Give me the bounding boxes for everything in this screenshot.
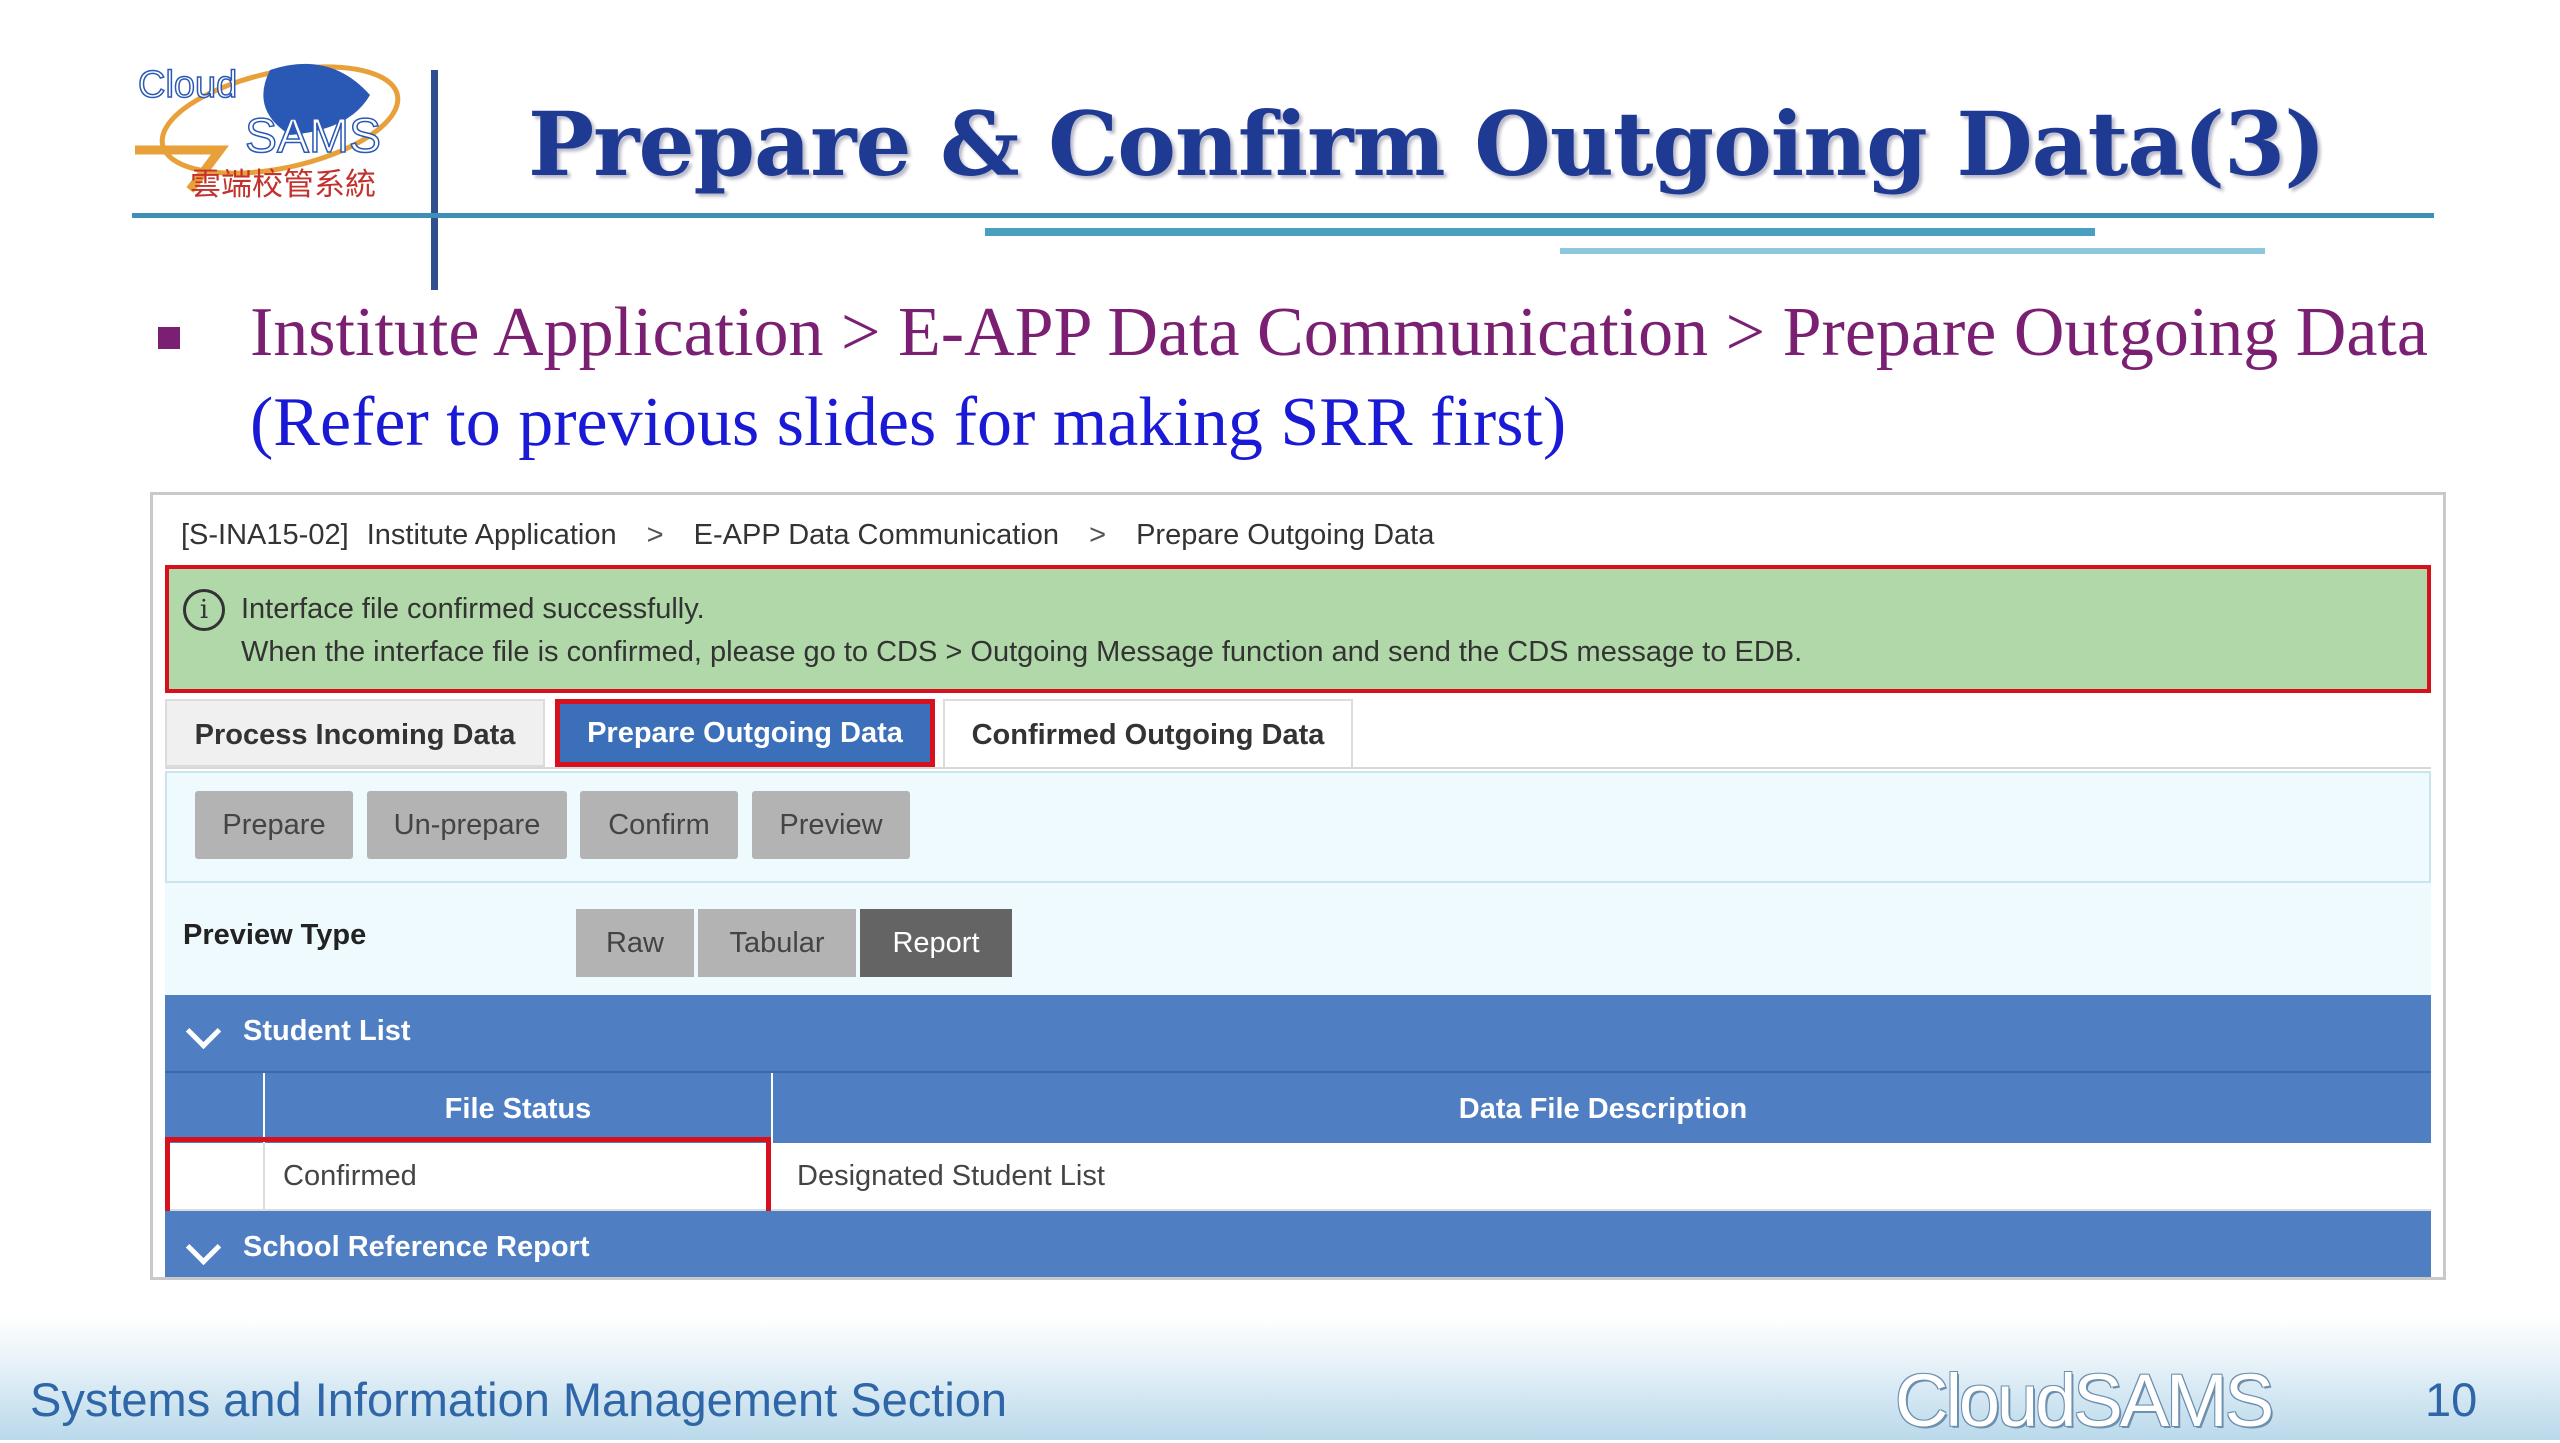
header-rule [132,213,2434,218]
breadcrumb-separator: > [1089,519,1107,551]
info-icon: i [183,589,225,631]
header-divider [431,70,438,290]
app-screenshot: [S-INA15-02] Institute Application > E-A… [150,492,2446,1280]
column-header-select [165,1073,265,1145]
section-title: School Reference Report [243,1231,590,1263]
column-header-description[interactable]: Data File Description [775,1073,2431,1145]
bullet-path: Institute Application > E-APP Data Commu… [250,294,2428,371]
success-alert: i Interface file confirmed successfully.… [165,565,2431,693]
tab-prepare-outgoing-data[interactable]: Prepare Outgoing Data [555,699,935,767]
preview-type-row: Preview Type Raw Tabular Report [165,883,2431,995]
preview-type-label: Preview Type [183,919,367,951]
footer-section-name: Systems and Information Management Secti… [30,1373,1008,1426]
preview-type-tabular[interactable]: Tabular [698,909,856,977]
student-list-section-header[interactable]: Student List [165,995,2431,1071]
chevron-down-icon [185,1229,222,1266]
status-highlight-box [165,1137,771,1217]
confirm-button[interactable]: Confirm [580,791,738,859]
footer-brand-logo: CloudSAMS [1895,1359,2274,1442]
unprepare-button[interactable]: Un-prepare [367,791,567,859]
table-header: File Status Data File Description [165,1071,2431,1145]
chevron-down-icon [185,1013,222,1050]
alert-instruction: When the interface file is confirmed, pl… [241,636,1803,668]
breadcrumb-item[interactable]: Institute Application [367,519,617,551]
page-number: 10 [2425,1373,2478,1426]
section-title: Student List [243,1015,411,1047]
svg-text:雲端校管系統: 雲端校管系統 [190,167,376,203]
bullet-note: (Refer to previous slides for making SRR… [250,384,1567,461]
school-reference-report-section-header[interactable]: School Reference Report [165,1211,2431,1277]
slide-title: Prepare & Confirm Outgoing Data(3) [528,92,2326,196]
svg-text:Cloud: Cloud [138,64,237,106]
preview-type-raw[interactable]: Raw [576,909,694,977]
student-list-table: File Status Data File Description Confir… [165,1071,2431,1217]
breadcrumb: [S-INA15-02] Institute Application > E-A… [181,519,1434,552]
header-rule-light [1560,248,2265,254]
breadcrumb-current: Prepare Outgoing Data [1136,519,1435,551]
slide-footer: Systems and Information Management Secti… [0,1316,2560,1442]
action-toolbar: Prepare Un-prepare Confirm Preview [165,771,2431,883]
breadcrumb-item[interactable]: E-APP Data Communication [694,519,1059,551]
bullet-text: Institute Application > E-APP Data Commu… [250,288,2450,468]
header-rule-accent [985,228,2095,236]
tab-confirmed-outgoing-data[interactable]: Confirmed Outgoing Data [943,699,1353,767]
preview-type-report[interactable]: Report [860,909,1012,977]
breadcrumb-separator: > [646,519,664,551]
description-cell: Designated Student List [797,1160,1105,1192]
svg-text:SAMS: SAMS [245,110,381,163]
prepare-button[interactable]: Prepare [195,791,353,859]
column-header-file-status[interactable]: File Status [265,1073,773,1145]
bullet-marker [158,327,180,349]
preview-button[interactable]: Preview [752,791,910,859]
alert-message: Interface file confirmed successfully. [241,593,705,625]
tab-process-incoming-data[interactable]: Process Incoming Data [165,699,545,767]
cloudsams-logo: Cloud SAMS 雲端校管系統 [120,40,420,220]
breadcrumb-code: [S-INA15-02] [181,519,349,551]
tab-bar: Process Incoming Data Prepare Outgoing D… [165,699,2431,769]
